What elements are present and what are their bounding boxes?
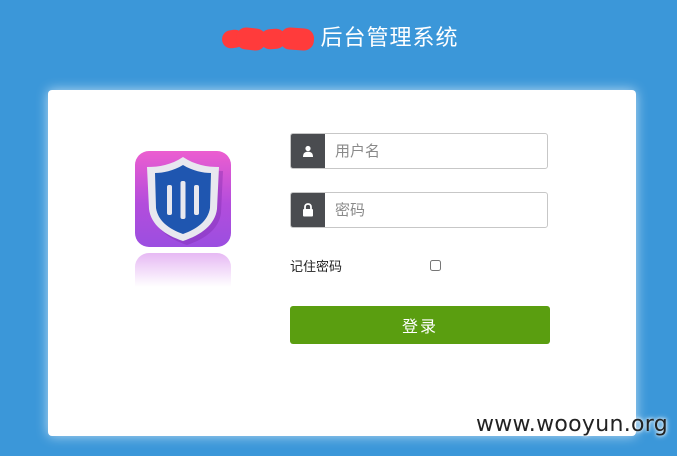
page-header: 后台管理系统 <box>0 24 677 58</box>
redacted-brand-name <box>218 26 318 52</box>
remember-password-label: 记住密码 <box>290 260 343 275</box>
lock-icon <box>291 193 325 227</box>
password-field <box>290 192 548 228</box>
page-title: 后台管理系统 <box>320 26 459 51</box>
logo-reflection <box>135 253 231 293</box>
remember-password-checkbox[interactable] <box>430 260 441 271</box>
username-input[interactable] <box>325 134 547 168</box>
shield-icon <box>135 151 231 247</box>
user-icon <box>291 134 325 168</box>
watermark-text: www.wooyun.org <box>475 412 668 437</box>
page-title-row: 后台管理系统 <box>218 24 458 54</box>
login-card: 记住密码 登录 <box>48 90 636 436</box>
username-field <box>290 133 548 169</box>
login-button[interactable]: 登录 <box>290 306 550 344</box>
password-input[interactable] <box>325 193 547 227</box>
